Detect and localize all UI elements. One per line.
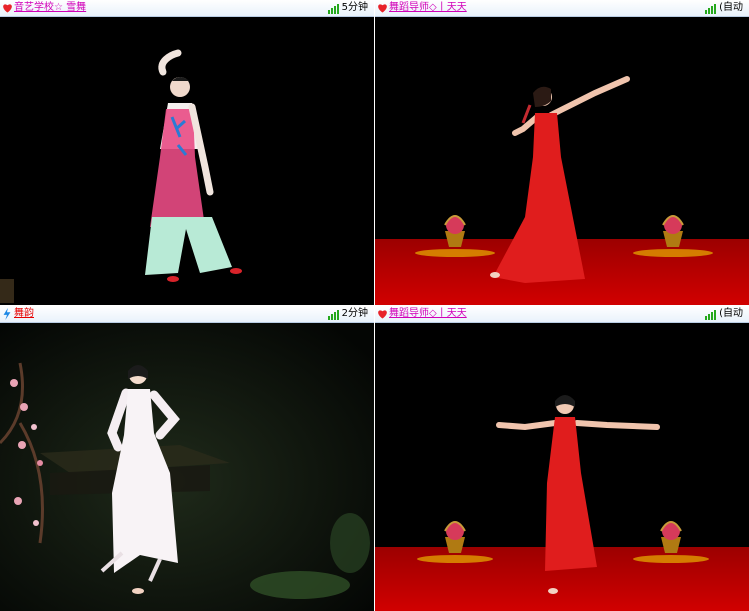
video-panel-1[interactable]: 音艺学校☆ 雪舞 5分钟: [0, 0, 374, 305]
panel-header: 舞蹈导师◇丨天天 (自动: [375, 0, 749, 17]
signal-icon: [327, 3, 340, 14]
heart-icon: [376, 2, 388, 14]
video-feed: [0, 323, 374, 611]
video-panel-4[interactable]: 舞蹈导师◇丨天天 (自动: [375, 306, 749, 611]
video-feed: [375, 323, 749, 611]
video-feed: [0, 17, 374, 305]
video-panel-3[interactable]: 舞韵 2分钟: [0, 306, 374, 611]
duration-label: 2分钟: [341, 308, 368, 319]
video-feed: [375, 17, 749, 305]
status-label: (自动: [719, 308, 743, 319]
performer-name-link[interactable]: 音艺学校☆ 雪舞: [14, 0, 86, 16]
status-label: (自动: [719, 2, 743, 13]
heart-icon: [376, 308, 388, 320]
signal-icon: [705, 309, 717, 320]
signal-icon: [705, 3, 717, 14]
performer-name-link[interactable]: 舞蹈导师◇丨天天: [389, 0, 467, 16]
panel-header: 舞蹈导师◇丨天天 (自动: [375, 306, 749, 323]
video-panel-2[interactable]: 舞蹈导师◇丨天天 (自动: [375, 0, 749, 305]
lightning-icon: [1, 308, 13, 320]
panel-header: 音艺学校☆ 雪舞 5分钟: [0, 0, 374, 17]
duration-label: 5分钟: [341, 2, 368, 13]
heart-icon: [1, 2, 13, 14]
panel-header: 舞韵 2分钟: [0, 306, 374, 323]
performer-name-link[interactable]: 舞蹈导师◇丨天天: [389, 306, 467, 322]
signal-icon: [327, 309, 340, 320]
performer-name-link[interactable]: 舞韵: [14, 306, 34, 322]
